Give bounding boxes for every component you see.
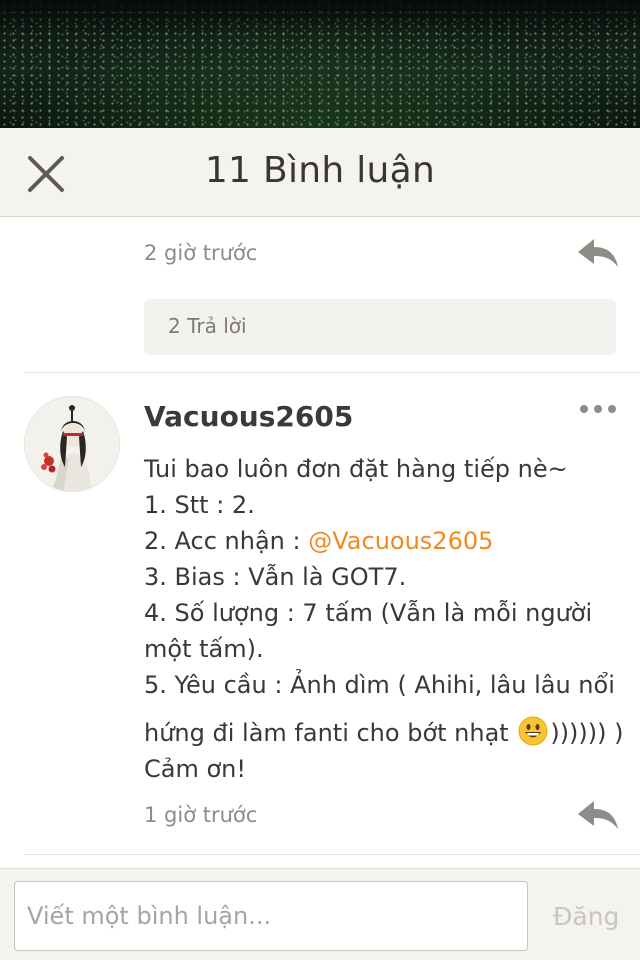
- grinning-face-emoji: [518, 716, 548, 746]
- comment-divider: [24, 854, 640, 855]
- more-options-button[interactable]: [578, 398, 618, 420]
- comments-header: 11 Bình luận: [0, 128, 640, 217]
- reply-button[interactable]: [576, 798, 620, 832]
- comment-line: 4. Số lượng : 7 tấm (Vẫn là mỗi người: [144, 599, 593, 627]
- comment-input[interactable]: [14, 881, 528, 951]
- avatar[interactable]: [24, 396, 120, 492]
- comment-text: Tui bao luôn đơn đặt hàng tiếp nè~ 1. St…: [144, 451, 624, 787]
- comment-line: Tui bao luôn đơn đặt hàng tiếp nè~: [144, 455, 568, 483]
- comment-line-text: )))))) ): [550, 719, 624, 747]
- comment-line-text: 2. Acc nhận :: [144, 527, 309, 555]
- page-title: 11 Bình luận: [204, 150, 436, 191]
- comment-divider: [24, 372, 640, 373]
- reply-arrow-icon: [578, 801, 618, 829]
- comment-timestamp: 1 giờ trước: [144, 803, 258, 827]
- comment-line: 2. Acc nhận : @Vacuous2605: [144, 523, 614, 559]
- comment-line: 3. Bias : Vẫn là GOT7.: [144, 563, 407, 591]
- user-mention-link[interactable]: @Vacuous2605: [308, 527, 493, 555]
- reply-button[interactable]: [576, 236, 620, 270]
- replies-count-label: 2 Trả lời: [168, 314, 247, 338]
- view-replies-button[interactable]: 2 Trả lời: [144, 299, 616, 355]
- comment-line: 1. Stt : 2.: [144, 491, 255, 519]
- post-button[interactable]: Đăng: [553, 902, 619, 931]
- comment-line: một tấm).: [144, 635, 264, 663]
- previous-comment-timestamp: 2 giờ trước: [144, 241, 258, 265]
- reply-arrow-icon: [578, 239, 618, 267]
- comment-username[interactable]: Vacuous2605: [144, 400, 353, 433]
- more-dots-icon: [580, 405, 616, 413]
- avatar-illustration: [25, 397, 119, 491]
- comment-line: Cảm ơn!: [144, 755, 246, 783]
- background-photo: [0, 0, 640, 128]
- comment-composer: Đăng: [0, 868, 640, 960]
- comment-line-text: hứng đi làm fanti cho bớt nhạt: [144, 719, 517, 747]
- comment-line: hứng đi làm fanti cho bớt nhạt )))))) ): [144, 715, 624, 751]
- comment-line: 5. Yêu cầu : Ảnh dìm ( Ahihi, lâu lâu nổ…: [144, 671, 615, 699]
